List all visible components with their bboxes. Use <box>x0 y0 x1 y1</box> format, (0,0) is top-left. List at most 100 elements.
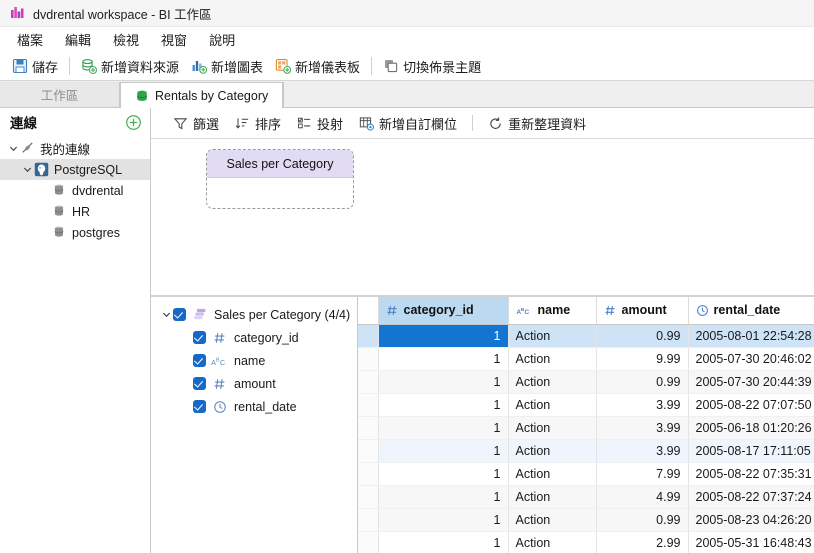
tree-item-dvdrental[interactable]: dvdrental <box>0 180 150 201</box>
table-cell-rental_date[interactable]: 2005-08-17 17:11:05 <box>688 439 814 463</box>
row-gutter-cell[interactable] <box>358 439 379 463</box>
table-cell-amount[interactable]: 7.99 <box>596 462 689 486</box>
table-cell-category_id[interactable]: 1 <box>378 393 509 417</box>
table-cell-amount[interactable]: 2.99 <box>596 531 689 553</box>
field-checkbox[interactable] <box>193 400 206 413</box>
tree-item-postgres[interactable]: postgres <box>0 222 150 243</box>
table-row[interactable]: 1 Action 9.99 2005-07-30 20:46:02 <box>358 347 814 371</box>
sort-button[interactable]: 排序 <box>227 111 289 136</box>
table-cell-name[interactable]: Action <box>508 508 597 532</box>
field-item-amount[interactable]: amount <box>151 372 357 395</box>
table-row[interactable]: 1 Action 2.99 2005-05-31 16:48:43 <box>358 531 814 553</box>
add-column-button[interactable]: 新增自訂欄位 <box>351 111 465 136</box>
table-cell-rental_date[interactable]: 2005-08-22 07:37:24 <box>688 485 814 509</box>
table-cell-category_id[interactable]: 1 <box>378 416 509 440</box>
row-gutter-cell[interactable] <box>358 370 379 394</box>
field-checkbox[interactable] <box>193 331 206 344</box>
table-cell-category_id[interactable]: 1 <box>378 462 509 486</box>
tree-item-postgresql[interactable]: PostgreSQL <box>0 159 150 180</box>
table-cell-amount[interactable]: 0.99 <box>596 370 689 394</box>
table-cell-amount[interactable]: 0.99 <box>596 508 689 532</box>
add-connection-icon[interactable] <box>125 114 142 131</box>
row-gutter-cell[interactable] <box>358 485 379 509</box>
table-cell-category_id[interactable]: 1 <box>378 347 509 371</box>
flow-canvas[interactable]: Sales per Category <box>151 139 814 295</box>
row-gutter-cell[interactable] <box>358 462 379 486</box>
table-cell-category_id[interactable]: 1 <box>378 508 509 532</box>
tab-workspace[interactable]: 工作區 <box>0 82 120 107</box>
table-row[interactable]: 1 Action 0.99 2005-08-23 04:26:20 <box>358 508 814 532</box>
table-cell-name[interactable]: Action <box>508 324 597 348</box>
row-gutter-cell[interactable] <box>358 416 379 440</box>
field-checkbox[interactable] <box>193 354 206 367</box>
switch-theme-button[interactable]: 切換佈景主題 <box>377 55 487 78</box>
chevron-down-icon[interactable] <box>20 163 34 177</box>
table-row[interactable]: 1 Action 0.99 2005-07-30 20:44:39 <box>358 370 814 394</box>
add-datasource-button[interactable]: 新增資料來源 <box>75 55 185 78</box>
row-gutter-cell[interactable] <box>358 347 379 371</box>
table-cell-amount[interactable]: 9.99 <box>596 347 689 371</box>
table-cell-rental_date[interactable]: 2005-07-30 20:46:02 <box>688 347 814 371</box>
table-cell-category_id[interactable]: 1 <box>378 370 509 394</box>
table-row[interactable]: 1 Action 3.99 2005-08-22 07:07:50 <box>358 393 814 417</box>
table-cell-name[interactable]: Action <box>508 370 597 394</box>
menu-item-help[interactable]: 說明 <box>198 27 246 52</box>
table-cell-rental_date[interactable]: 2005-06-18 01:20:26 <box>688 416 814 440</box>
field-item-category-id[interactable]: category_id <box>151 326 357 349</box>
row-gutter-cell[interactable] <box>358 508 379 532</box>
menu-item-window[interactable]: 視窗 <box>150 27 198 52</box>
menu-item-view[interactable]: 檢視 <box>102 27 150 52</box>
tree-item-my-connections[interactable]: 我的連線 <box>0 138 150 159</box>
row-gutter-cell[interactable] <box>358 393 379 417</box>
add-chart-button[interactable]: 新增圖表 <box>185 55 269 78</box>
menu-item-file[interactable]: 檔案 <box>6 27 54 52</box>
save-button[interactable]: 儲存 <box>6 55 64 78</box>
column-header-category-id[interactable]: category_id <box>378 297 509 325</box>
chevron-down-icon[interactable] <box>159 308 173 322</box>
field-item-rental-date[interactable]: rental_date <box>151 395 357 418</box>
refresh-button[interactable]: 重新整理資料 <box>480 111 594 136</box>
table-cell-name[interactable]: Action <box>508 393 597 417</box>
table-cell-rental_date[interactable]: 2005-05-31 16:48:43 <box>688 531 814 553</box>
field-item-name[interactable]: A B C name <box>151 349 357 372</box>
table-cell-amount[interactable]: 4.99 <box>596 485 689 509</box>
table-cell-category_id[interactable]: 1 <box>378 324 509 348</box>
table-row[interactable]: 1 Action 7.99 2005-08-22 07:35:31 <box>358 462 814 486</box>
table-cell-name[interactable]: Action <box>508 416 597 440</box>
table-row[interactable]: 1 Action 4.99 2005-08-22 07:37:24 <box>358 485 814 509</box>
table-cell-name[interactable]: Action <box>508 485 597 509</box>
project-button[interactable]: 投射 <box>289 111 351 136</box>
field-root[interactable]: Sales per Category (4/4) <box>151 303 357 326</box>
menu-item-edit[interactable]: 編輯 <box>54 27 102 52</box>
column-header-rental-date[interactable]: rental_date <box>688 297 814 325</box>
table-cell-name[interactable]: Action <box>508 462 597 486</box>
table-cell-category_id[interactable]: 1 <box>378 531 509 553</box>
chevron-down-icon[interactable] <box>6 142 20 156</box>
column-header-name[interactable]: A B C name <box>508 297 597 325</box>
field-root-checkbox[interactable] <box>173 308 186 321</box>
table-cell-category_id[interactable]: 1 <box>378 439 509 463</box>
column-header-amount[interactable]: amount <box>596 297 689 325</box>
tab-rentals-by-category[interactable]: Rentals by Category <box>120 82 284 108</box>
table-row[interactable]: 1 Action 0.99 2005-08-01 22:54:28 <box>358 324 814 348</box>
row-gutter-cell[interactable] <box>358 531 379 553</box>
table-cell-rental_date[interactable]: 2005-08-23 04:26:20 <box>688 508 814 532</box>
table-cell-amount[interactable]: 0.99 <box>596 324 689 348</box>
row-gutter-cell[interactable] <box>358 324 379 348</box>
dataset-node[interactable]: Sales per Category <box>206 149 354 209</box>
table-cell-name[interactable]: Action <box>508 531 597 553</box>
table-cell-name[interactable]: Action <box>508 439 597 463</box>
table-cell-rental_date[interactable]: 2005-08-01 22:54:28 <box>688 324 814 348</box>
table-cell-rental_date[interactable]: 2005-08-22 07:35:31 <box>688 462 814 486</box>
table-row[interactable]: 1 Action 3.99 2005-08-17 17:11:05 <box>358 439 814 463</box>
table-cell-rental_date[interactable]: 2005-08-22 07:07:50 <box>688 393 814 417</box>
table-cell-rental_date[interactable]: 2005-07-30 20:44:39 <box>688 370 814 394</box>
data-grid[interactable]: category_id A B C name amount rental_dat… <box>358 297 814 553</box>
field-checkbox[interactable] <box>193 377 206 390</box>
tree-item-hr[interactable]: HR <box>0 201 150 222</box>
table-row[interactable]: 1 Action 3.99 2005-06-18 01:20:26 <box>358 416 814 440</box>
table-cell-amount[interactable]: 3.99 <box>596 439 689 463</box>
filter-button[interactable]: 篩選 <box>165 111 227 136</box>
table-cell-name[interactable]: Action <box>508 347 597 371</box>
table-cell-amount[interactable]: 3.99 <box>596 393 689 417</box>
